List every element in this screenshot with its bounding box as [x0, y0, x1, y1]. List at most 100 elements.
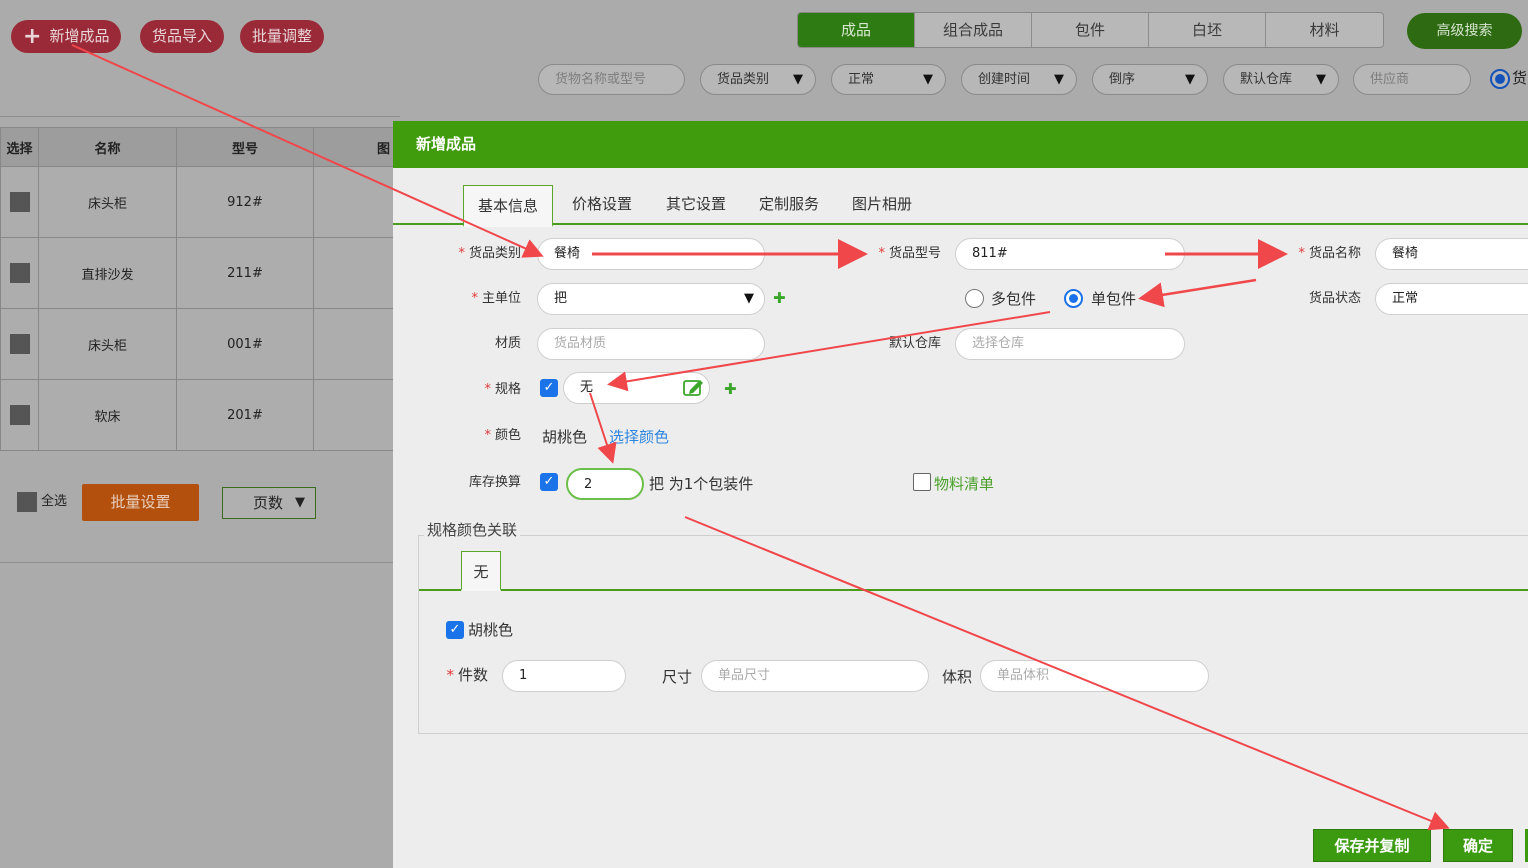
- supplier-input[interactable]: 供应商: [1353, 64, 1471, 95]
- batch-adjust-button[interactable]: 批量调整: [240, 20, 325, 53]
- chevron-down-icon: ▼: [744, 291, 754, 306]
- choose-color-link[interactable]: 选择颜色: [609, 426, 669, 447]
- spec-tabs: 无: [419, 551, 1528, 591]
- spec-color-legend: 规格颜色关联: [424, 519, 521, 540]
- status-field[interactable]: 正常: [1375, 283, 1528, 315]
- spec-label: * 规格: [484, 382, 521, 397]
- tab-other-settings[interactable]: 其它设置: [666, 185, 726, 223]
- advanced-search-button[interactable]: 高级搜索: [1407, 13, 1522, 49]
- batch-settings-button[interactable]: 批量设置: [82, 484, 199, 521]
- stock-conversion-suffix: 把 为1个包装件: [649, 475, 754, 493]
- row-checkbox[interactable]: [9, 334, 30, 354]
- category-field[interactable]: 餐椅: [537, 238, 765, 270]
- cell-model: 001#: [176, 308, 314, 380]
- volume-field[interactable]: 单品体积: [980, 660, 1209, 692]
- multi-package-radio[interactable]: [965, 289, 984, 308]
- add-spec-icon[interactable]: ✚: [724, 380, 737, 398]
- confirm-button[interactable]: 确定: [1443, 829, 1513, 862]
- tab-package[interactable]: 包件: [1032, 13, 1149, 47]
- sort-order-select[interactable]: 倒序 ▼: [1092, 64, 1208, 95]
- warehouse-select[interactable]: 默认仓库 ▼: [1223, 64, 1339, 95]
- pages-select[interactable]: 页数 ▼: [222, 487, 316, 519]
- modal-tabs: 基本信息 价格设置 其它设置 定制服务 图片相册: [393, 185, 1528, 227]
- bom-checkbox[interactable]: [913, 473, 931, 491]
- table-row[interactable]: 软床 201#: [0, 379, 404, 451]
- stock-conversion-field[interactable]: 2: [566, 468, 644, 500]
- cell-name: 床头柜: [38, 166, 177, 238]
- status-select[interactable]: 正常 ▼: [831, 64, 946, 95]
- stock-conversion-label: 库存换算: [468, 475, 521, 490]
- tab-price-settings[interactable]: 价格设置: [572, 185, 632, 223]
- divider: [0, 116, 400, 117]
- plus-icon: +: [23, 24, 42, 49]
- tab-combo[interactable]: 组合成品: [915, 13, 1032, 47]
- chevron-down-icon: ▼: [923, 72, 933, 87]
- tab-finished[interactable]: 成品: [798, 13, 915, 47]
- col-select: 选择: [0, 127, 39, 167]
- multi-package-label: 多包件: [991, 290, 1037, 308]
- table-row[interactable]: 直排沙发 211#: [0, 237, 404, 309]
- size-field[interactable]: 单品尺寸: [701, 660, 929, 692]
- cell-model: 201#: [176, 379, 314, 451]
- warehouse-field[interactable]: 选择仓库: [955, 328, 1185, 360]
- table-row[interactable]: 床头柜 912#: [0, 166, 404, 238]
- color-label: * 颜色: [484, 428, 521, 443]
- sort-field-select[interactable]: 创建时间 ▼: [961, 64, 1077, 95]
- warehouse-label: 默认仓库: [888, 336, 941, 351]
- tab-basic-info[interactable]: 基本信息: [463, 185, 554, 227]
- cell-image: [313, 237, 404, 309]
- model-field[interactable]: 811#: [955, 238, 1185, 270]
- col-image: 图: [313, 127, 404, 167]
- unit-label: * 主单位: [471, 291, 521, 306]
- save-and-copy-button[interactable]: 保存并复制: [1313, 829, 1431, 862]
- stock-conversion-checkbox[interactable]: ✓: [540, 473, 558, 491]
- material-field[interactable]: 货品材质: [537, 328, 765, 360]
- col-model: 型号: [176, 127, 314, 167]
- product-table: 选择 名称 型号 图 床头柜 912# 直排沙发 211# 床头柜 001# 软…: [0, 127, 404, 451]
- single-package-radio[interactable]: [1064, 289, 1083, 308]
- tab-material[interactable]: 材料: [1266, 13, 1383, 47]
- edit-icon[interactable]: [683, 379, 705, 397]
- spec-checkbox[interactable]: ✓: [540, 379, 558, 397]
- category-select[interactable]: 货品类别 ▼: [700, 64, 816, 95]
- filter-radio-label: 货: [1512, 69, 1528, 87]
- select-all[interactable]: 全选: [17, 490, 67, 512]
- search-input[interactable]: 货物名称或型号: [538, 64, 685, 95]
- tab-blank[interactable]: 白坯: [1149, 13, 1266, 47]
- chevron-down-icon: ▼: [1185, 72, 1195, 87]
- cell-name: 软床: [38, 379, 177, 451]
- chevron-down-icon: ▼: [1316, 72, 1326, 87]
- tab-photo-album[interactable]: 图片相册: [852, 185, 912, 223]
- status-label: 货品状态: [1308, 291, 1361, 306]
- row-checkbox[interactable]: [9, 405, 30, 425]
- import-button[interactable]: 货品导入: [140, 20, 225, 53]
- category-label: * 货品类别: [458, 246, 521, 261]
- row-checkbox[interactable]: [9, 263, 30, 283]
- table-header: 选择 名称 型号 图: [0, 127, 404, 167]
- cell-image: [313, 308, 404, 380]
- unit-select[interactable]: 把 ▼: [537, 283, 765, 315]
- chevron-down-icon: ▼: [295, 495, 305, 510]
- walnut-color-label: 胡桃色: [468, 621, 514, 639]
- add-unit-icon[interactable]: ✚: [773, 289, 786, 307]
- cell-name: 床头柜: [38, 308, 177, 380]
- row-checkbox[interactable]: [9, 192, 30, 212]
- chevron-down-icon: ▼: [793, 72, 803, 87]
- size-label: 尺寸: [662, 668, 693, 686]
- spec-tab-none[interactable]: 无: [461, 551, 501, 591]
- color-value: 胡桃色: [542, 428, 588, 446]
- add-product-button[interactable]: + 新增成品: [11, 20, 122, 53]
- select-all-checkbox[interactable]: [17, 491, 37, 512]
- pieces-label: * 件数: [446, 666, 488, 684]
- volume-label: 体积: [942, 668, 973, 686]
- divider: [0, 562, 400, 563]
- table-row[interactable]: 床头柜 001#: [0, 308, 404, 380]
- walnut-color-checkbox[interactable]: ✓: [446, 621, 464, 639]
- filter-radio[interactable]: [1490, 69, 1510, 89]
- name-field[interactable]: 餐椅: [1375, 238, 1528, 270]
- tab-custom-service[interactable]: 定制服务: [759, 185, 819, 223]
- pieces-field[interactable]: 1: [502, 660, 626, 692]
- bom-label: 物料清单: [934, 475, 995, 493]
- cell-image: [313, 166, 404, 238]
- cell-model: 211#: [176, 237, 314, 309]
